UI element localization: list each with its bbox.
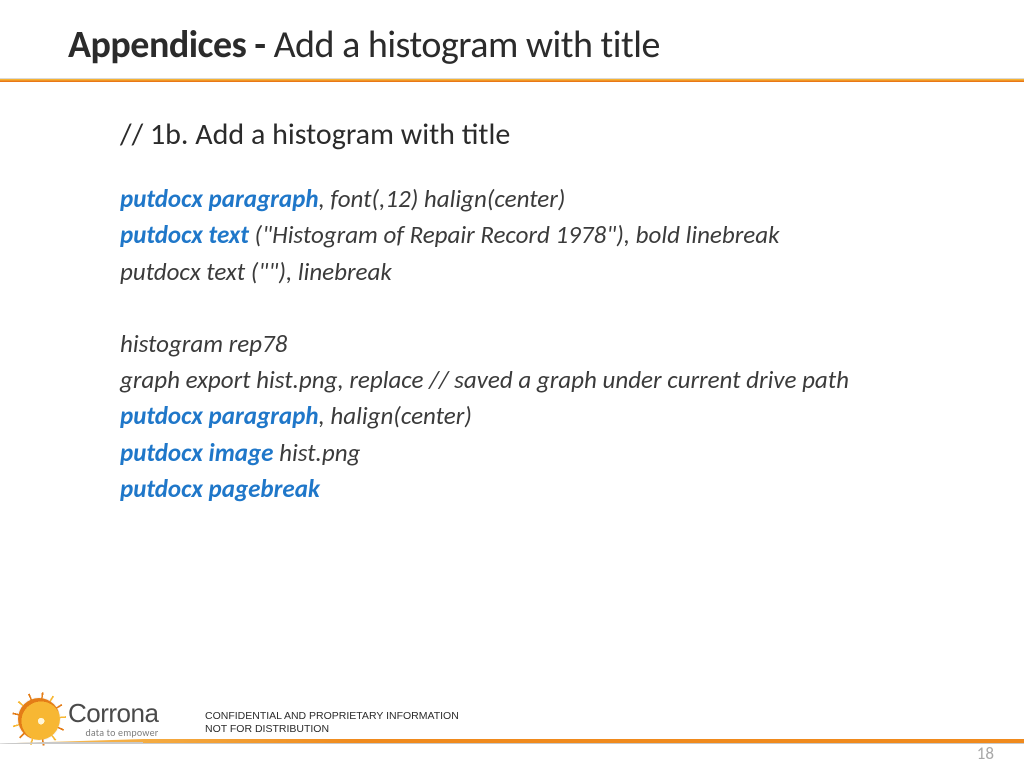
title-bar: Appendices - Add a histogram with title: [0, 0, 1024, 78]
code-line: putdocx text (""), linebreak: [120, 254, 904, 290]
code-block: putdocx paragraph, font(,12) halign(cent…: [120, 181, 904, 507]
code-line: putdocx paragraph, halign(center): [120, 398, 904, 434]
section-comment: // 1b. Add a histogram with title: [120, 116, 904, 153]
confidential-notice: CONFIDENTIAL AND PROPRIETARY INFORMATION…: [205, 710, 459, 736]
brand-logo: Corrona data to empower: [18, 698, 158, 740]
code-line: putdocx image hist.png: [120, 435, 904, 471]
logo-text: Corrona data to empower: [68, 700, 158, 738]
logo-name: Corrona: [68, 700, 158, 726]
code-line: putdocx text ("Histogram of Repair Recor…: [120, 217, 904, 253]
slide: Appendices - Add a histogram with title …: [0, 0, 1024, 768]
title-rest: Add a histogram with title: [274, 22, 660, 68]
code-text: histogram rep78: [120, 328, 287, 359]
page-number: 18: [977, 743, 994, 764]
code-text: graph export hist.png, replace // saved …: [120, 364, 849, 395]
code-text: putdocx text (""), linebreak: [120, 256, 392, 287]
keyword: putdocx text: [120, 219, 255, 250]
code-text: , halign(center): [319, 400, 472, 431]
footer: Corrona data to empower CONFIDENTIAL AND…: [0, 688, 1024, 768]
slide-title: Appendices - Add a histogram with title: [68, 22, 1024, 68]
keyword: putdocx image: [120, 437, 279, 468]
code-text: , font(,12) halign(center): [319, 183, 566, 214]
code-line: graph export hist.png, replace // saved …: [120, 362, 904, 398]
blank-line: [120, 290, 904, 326]
code-line: putdocx paragraph, font(,12) halign(cent…: [120, 181, 904, 217]
sun-icon: [18, 698, 60, 740]
confidential-line-1: CONFIDENTIAL AND PROPRIETARY INFORMATION: [205, 710, 459, 723]
code-line: putdocx pagebreak: [120, 471, 904, 507]
footer-rule: [0, 739, 1024, 744]
code-line: histogram rep78: [120, 326, 904, 362]
confidential-line-2: NOT FOR DISTRIBUTION: [205, 723, 459, 736]
keyword: putdocx paragraph: [120, 183, 319, 214]
logo-tagline: data to empower: [68, 728, 158, 738]
keyword: putdocx pagebreak: [120, 473, 320, 504]
code-text: hist.png: [279, 437, 360, 468]
keyword: putdocx paragraph: [120, 400, 319, 431]
code-text: ("Histogram of Repair Record 1978"), bol…: [255, 219, 780, 250]
content-area: // 1b. Add a histogram with title putdoc…: [0, 82, 1024, 507]
title-bold: Appendices -: [68, 22, 274, 68]
